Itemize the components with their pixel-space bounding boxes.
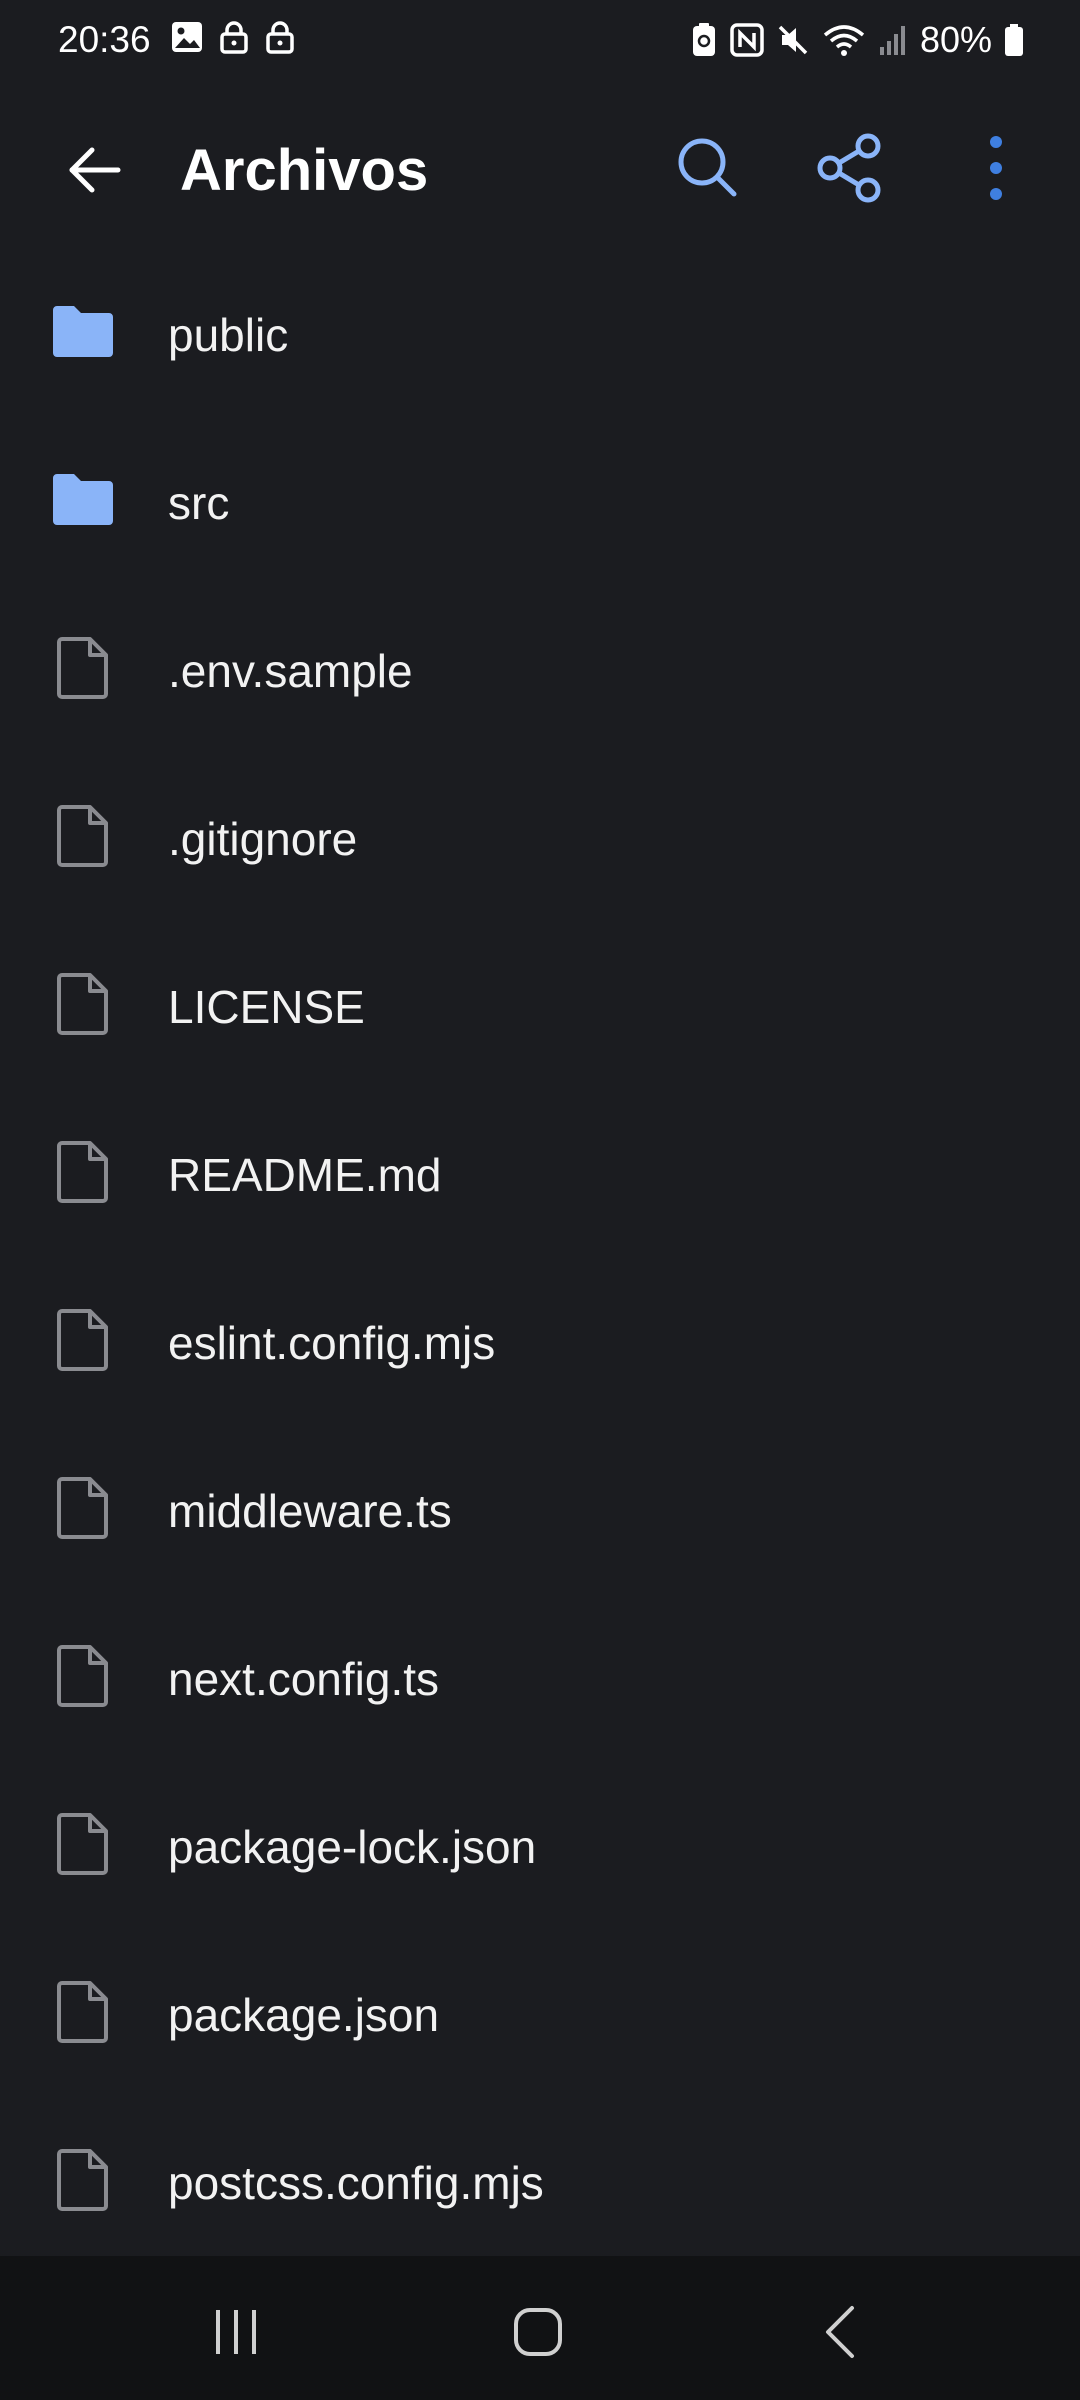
file-list: public src .env.sample .gitignore LICENS… bbox=[0, 248, 1080, 2264]
file-icon bbox=[57, 637, 108, 699]
file-row[interactable]: package-lock.json bbox=[0, 1760, 1080, 1928]
lock-icon bbox=[220, 21, 248, 54]
arrow-left-icon bbox=[69, 147, 121, 193]
wifi-icon bbox=[823, 25, 865, 56]
file-icon bbox=[57, 1981, 108, 2043]
share-button[interactable] bbox=[810, 128, 890, 208]
file-name: package-lock.json bbox=[168, 1821, 537, 1873]
app-bar: Archivos bbox=[0, 100, 1080, 230]
file-name: src bbox=[168, 477, 230, 529]
home-button[interactable] bbox=[502, 2296, 574, 2368]
share-icon bbox=[817, 133, 881, 203]
file-row[interactable]: package.json bbox=[0, 1928, 1080, 2096]
folder-icon bbox=[53, 474, 113, 525]
file-name: middleware.ts bbox=[168, 1485, 452, 1537]
file-row[interactable]: README.md bbox=[0, 1088, 1080, 1256]
file-name: eslint.config.mjs bbox=[168, 1317, 496, 1369]
folder-row[interactable]: public bbox=[0, 248, 1080, 416]
file-icon bbox=[57, 1477, 108, 1539]
file-icon bbox=[57, 1141, 108, 1203]
nfc-share-icon bbox=[692, 23, 715, 56]
file-icon bbox=[57, 1309, 108, 1371]
search-button[interactable] bbox=[668, 128, 748, 208]
file-icon bbox=[57, 1645, 108, 1707]
page-title: Archivos bbox=[180, 138, 429, 203]
file-name: postcss.config.mjs bbox=[168, 2157, 544, 2209]
system-back-button[interactable] bbox=[806, 2296, 878, 2368]
status-left-icons bbox=[170, 20, 296, 54]
status-right-icons: 80% bbox=[690, 18, 1024, 62]
lock-icon bbox=[266, 21, 294, 54]
signal-icon bbox=[879, 26, 905, 55]
folder-row[interactable]: src bbox=[0, 416, 1080, 584]
battery-icon bbox=[1005, 24, 1023, 56]
file-name: README.md bbox=[168, 1149, 442, 1201]
file-icon bbox=[57, 973, 108, 1035]
home-icon bbox=[514, 2308, 562, 2356]
file-row[interactable]: LICENSE bbox=[0, 920, 1080, 1088]
file-row[interactable]: next.config.ts bbox=[0, 1592, 1080, 1760]
nfc-icon bbox=[730, 23, 764, 57]
file-icon bbox=[57, 805, 108, 867]
file-name: .env.sample bbox=[168, 645, 413, 697]
file-name: public bbox=[168, 309, 289, 361]
file-icon bbox=[57, 1813, 108, 1875]
folder-icon bbox=[53, 306, 113, 357]
back-button[interactable] bbox=[54, 128, 138, 212]
search-icon bbox=[678, 138, 737, 197]
gallery-icon bbox=[172, 22, 202, 52]
file-name: .gitignore bbox=[168, 813, 358, 865]
file-row[interactable]: eslint.config.mjs bbox=[0, 1256, 1080, 1424]
file-name: next.config.ts bbox=[168, 1653, 440, 1705]
file-row[interactable]: postcss.config.mjs bbox=[0, 2096, 1080, 2264]
more-vert-icon bbox=[990, 136, 1002, 200]
file-name: package.json bbox=[168, 1989, 440, 2041]
file-row[interactable]: middleware.ts bbox=[0, 1424, 1080, 1592]
back-icon bbox=[826, 2306, 854, 2358]
battery-percent: 80% bbox=[919, 19, 992, 60]
status-time: 20:36 bbox=[58, 19, 151, 60]
recent-apps-button[interactable] bbox=[200, 2296, 272, 2368]
more-options-button[interactable] bbox=[956, 128, 1036, 208]
navigation-bar bbox=[0, 2256, 1080, 2400]
file-icon bbox=[57, 2149, 108, 2211]
file-name: LICENSE bbox=[168, 981, 365, 1033]
file-row[interactable]: .gitignore bbox=[0, 752, 1080, 920]
file-row[interactable]: .env.sample bbox=[0, 584, 1080, 752]
mute-icon bbox=[778, 25, 808, 55]
status-bar: 20:36 80% bbox=[0, 0, 1080, 80]
recent-apps-icon bbox=[216, 2310, 256, 2354]
